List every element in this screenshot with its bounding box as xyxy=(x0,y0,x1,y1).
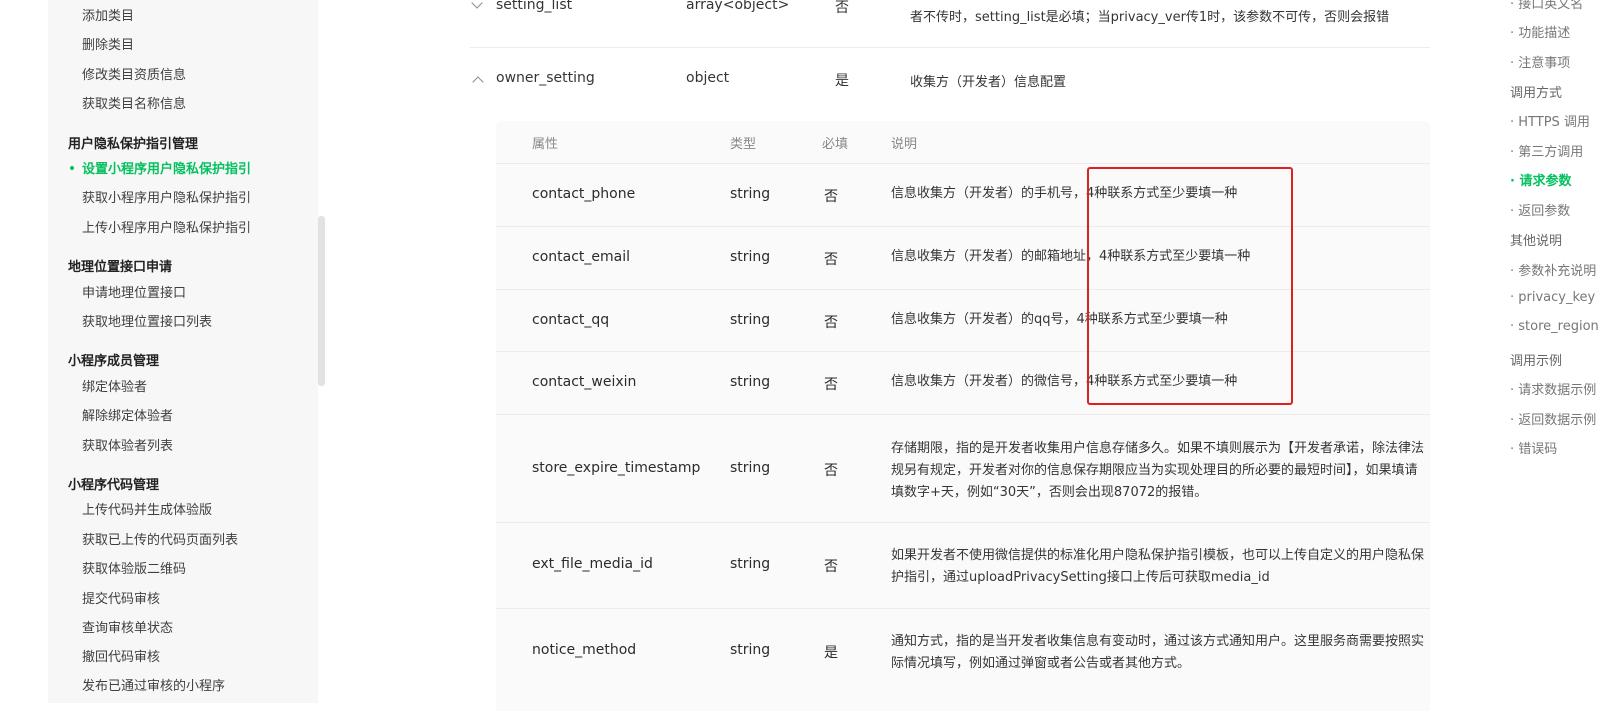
sidebar-item-submit-audit[interactable]: 提交代码审核 xyxy=(82,588,160,607)
sidebar-group-privacy: 用户隐私保护指引管理 xyxy=(68,137,199,152)
param-name: owner_setting xyxy=(496,70,595,86)
sub-row-name: contact_phone xyxy=(532,186,636,202)
toc-item-other[interactable]: 其他说明 xyxy=(1510,230,1562,249)
sub-row-required: 是 xyxy=(824,645,838,661)
sub-row-type: string xyxy=(730,556,771,572)
sidebar-item-upload-code[interactable]: 上传代码并生成体验版 xyxy=(82,499,212,518)
toc-item-privacy-key[interactable]: · privacy_key xyxy=(1510,290,1595,305)
toc-item-store-region[interactable]: · store_region xyxy=(1510,319,1599,334)
param-type: array<object> xyxy=(686,0,790,13)
toc-item-request-example[interactable]: · 请求数据示例 xyxy=(1510,379,1596,398)
row-divider xyxy=(496,522,1430,523)
toc-item-invocation[interactable]: 调用方式 xyxy=(1510,82,1562,101)
row-divider xyxy=(470,47,1430,48)
sidebar-item-modify-category[interactable]: 修改类目资质信息 xyxy=(82,64,186,83)
toc-item-error-codes[interactable]: · 错误码 xyxy=(1510,438,1557,457)
toc-item-notes[interactable]: · 注意事项 xyxy=(1510,52,1570,71)
toc-item-third-party[interactable]: · 第三方调用 xyxy=(1510,141,1583,160)
sub-row-type: string xyxy=(730,642,771,658)
toc-item-https[interactable]: · HTTPS 调用 xyxy=(1510,111,1590,130)
sub-row-name: store_expire_timestamp xyxy=(532,460,701,476)
sidebar-item-apply-location[interactable]: 申请地理位置接口 xyxy=(82,282,186,301)
sub-header-desc: 说明 xyxy=(891,137,918,152)
sidebar-item-set-privacy[interactable]: 设置小程序用户隐私保护指引 xyxy=(82,158,251,177)
sub-row-name: contact_weixin xyxy=(532,374,637,390)
row-divider xyxy=(496,414,1430,415)
toc-item-examples[interactable]: 调用示例 xyxy=(1510,350,1562,369)
sidebar-item-upload-privacy[interactable]: 上传小程序用户隐私保护指引 xyxy=(82,217,251,236)
sub-row-desc: 通知方式，指的是当开发者收集信息有变动时，通过该方式通知用户。这里服务商需要按照… xyxy=(891,634,1425,671)
sub-row-type: string xyxy=(730,374,771,390)
param-desc: 者不传时，setting_list是必填；当privacy_ver传1时，该参数… xyxy=(910,10,1390,25)
toc-item-description[interactable]: · 功能描述 xyxy=(1510,22,1570,41)
sub-row-type: string xyxy=(730,249,771,265)
annotation-highlight-box xyxy=(1087,167,1293,405)
sub-row-name: contact_email xyxy=(532,249,630,265)
sidebar-item-undo-audit[interactable]: 撤回代码审核 xyxy=(82,646,160,665)
param-required: 是 xyxy=(835,73,849,89)
sub-row-required: 否 xyxy=(824,189,838,205)
sub-row-type: string xyxy=(730,186,771,202)
sub-header-type: 类型 xyxy=(730,137,757,152)
sidebar-scrollbar[interactable] xyxy=(318,216,325,386)
sidebar-group-code: 小程序代码管理 xyxy=(68,478,160,493)
sidebar-group-location: 地理位置接口申请 xyxy=(68,260,173,275)
sub-row-required: 否 xyxy=(824,252,838,268)
sidebar-item-trial-qrcode[interactable]: 获取体验版二维码 xyxy=(82,558,186,577)
sidebar-item-get-category-name[interactable]: 获取类目名称信息 xyxy=(82,93,186,112)
sub-row-desc: 存储期限，指的是开发者收集用户信息存储多久。如果不填则展示为【开发者承诺，除法律… xyxy=(891,441,1425,500)
toc-item-api-name[interactable]: · 接口英文名 xyxy=(1510,0,1583,12)
param-desc: 收集方（开发者）信息配置 xyxy=(910,75,1067,90)
sub-header-name: 属性 xyxy=(532,137,559,152)
sidebar-item-delete-category[interactable]: 删除类目 xyxy=(82,34,134,53)
param-required: 否 xyxy=(835,0,849,16)
collapse-chevron-icon[interactable] xyxy=(471,0,483,9)
sidebar-item-release[interactable]: 发布已通过审核的小程序 xyxy=(82,675,225,694)
toc-item-return-example[interactable]: · 返回数据示例 xyxy=(1510,409,1596,428)
sub-row-required: 否 xyxy=(824,315,838,331)
active-dot-icon xyxy=(70,166,74,170)
param-name: setting_list xyxy=(496,0,573,13)
sidebar-item-location-list[interactable]: 获取地理位置接口列表 xyxy=(82,311,212,330)
sidebar-item-audit-status[interactable]: 查询审核单状态 xyxy=(82,617,173,636)
expand-chevron-icon[interactable] xyxy=(472,76,484,88)
sub-row-name: contact_qq xyxy=(532,312,610,328)
toc-item-request-params[interactable]: · 请求参数 xyxy=(1510,170,1571,189)
sub-row-required: 否 xyxy=(824,463,838,479)
sub-row-name: ext_file_media_id xyxy=(532,556,653,572)
row-divider xyxy=(496,163,1430,164)
sidebar-item-tester-list[interactable]: 获取体验者列表 xyxy=(82,435,173,454)
sidebar-group-members: 小程序成员管理 xyxy=(68,354,160,369)
sub-row-type: string xyxy=(730,460,771,476)
toc-item-param-supplement[interactable]: · 参数补充说明 xyxy=(1510,260,1596,279)
sub-row-required: 否 xyxy=(824,559,838,575)
sub-row-name: notice_method xyxy=(532,642,637,658)
sub-row-required: 否 xyxy=(824,377,838,393)
sub-row-desc: 如果开发者不使用微信提供的标准化用户隐私保护指引模板，也可以上传自定义的用户隐私… xyxy=(891,548,1425,585)
row-divider xyxy=(496,608,1430,609)
param-type: object xyxy=(686,70,730,86)
sidebar-item-unbind-tester[interactable]: 解除绑定体验者 xyxy=(82,405,173,424)
toc-item-return-params[interactable]: · 返回参数 xyxy=(1510,200,1570,219)
sidebar-item-get-privacy[interactable]: 获取小程序用户隐私保护指引 xyxy=(82,187,251,206)
sub-row-type: string xyxy=(730,312,771,328)
sidebar-item-add-category[interactable]: 添加类目 xyxy=(82,5,134,24)
sub-header-required: 必填 xyxy=(822,137,849,152)
sidebar-item-bind-tester[interactable]: 绑定体验者 xyxy=(82,376,147,395)
sidebar-item-code-pages[interactable]: 获取已上传的代码页面列表 xyxy=(82,529,238,548)
